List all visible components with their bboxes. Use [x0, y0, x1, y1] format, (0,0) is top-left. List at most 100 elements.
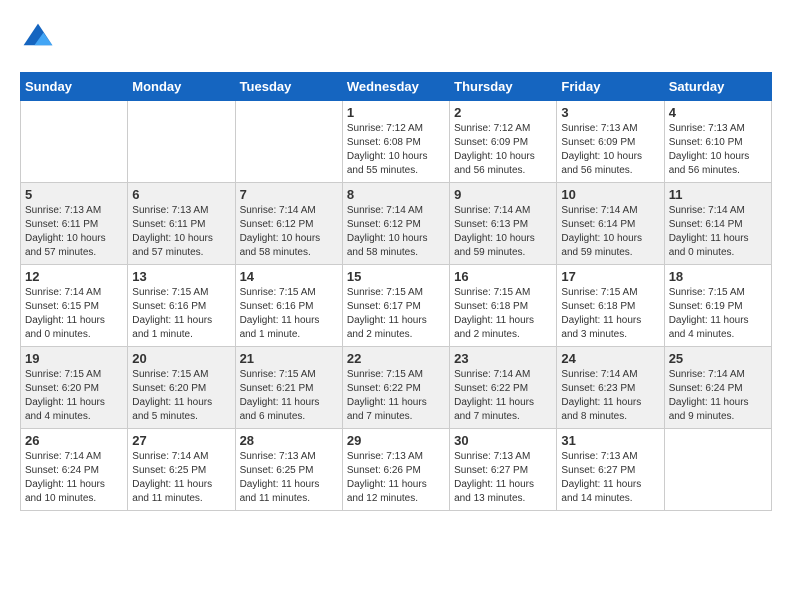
calendar-header-tuesday: Tuesday	[235, 73, 342, 101]
day-number: 2	[454, 105, 552, 120]
day-number: 27	[132, 433, 230, 448]
calendar-week-row: 12 Sunrise: 7:14 AM Sunset: 6:15 PM Dayli…	[21, 265, 772, 347]
day-number: 5	[25, 187, 123, 202]
day-info: Sunrise: 7:15 AM Sunset: 6:18 PM Dayligh…	[561, 286, 659, 342]
calendar-header-friday: Friday	[557, 73, 664, 101]
calendar-cell: 2 Sunrise: 7:12 AM Sunset: 6:09 PM Daylig…	[450, 101, 557, 183]
day-number: 22	[347, 351, 445, 366]
day-info: Sunrise: 7:13 AM Sunset: 6:09 PM Dayligh…	[561, 122, 659, 178]
day-info: Sunrise: 7:13 AM Sunset: 6:26 PM Dayligh…	[347, 450, 445, 506]
day-info: Sunrise: 7:12 AM Sunset: 6:09 PM Dayligh…	[454, 122, 552, 178]
day-info: Sunrise: 7:13 AM Sunset: 6:25 PM Dayligh…	[240, 450, 338, 506]
day-number: 6	[132, 187, 230, 202]
calendar-cell: 11 Sunrise: 7:14 AM Sunset: 6:14 PM Dayli…	[664, 183, 771, 265]
day-info: Sunrise: 7:15 AM Sunset: 6:21 PM Dayligh…	[240, 368, 338, 424]
calendar-header-wednesday: Wednesday	[342, 73, 449, 101]
calendar-cell: 12 Sunrise: 7:14 AM Sunset: 6:15 PM Dayli…	[21, 265, 128, 347]
calendar-cell: 1 Sunrise: 7:12 AM Sunset: 6:08 PM Daylig…	[342, 101, 449, 183]
calendar-cell: 17 Sunrise: 7:15 AM Sunset: 6:18 PM Dayli…	[557, 265, 664, 347]
calendar-cell: 4 Sunrise: 7:13 AM Sunset: 6:10 PM Daylig…	[664, 101, 771, 183]
calendar-cell: 13Sunrise: 7:15 AM Sunset: 6:16 PM Dayli…	[128, 265, 235, 347]
calendar-cell: 31Sunrise: 7:13 AM Sunset: 6:27 PM Dayli…	[557, 429, 664, 511]
calendar-week-row: 26Sunrise: 7:14 AM Sunset: 6:24 PM Dayli…	[21, 429, 772, 511]
day-number: 16	[454, 269, 552, 284]
day-number: 9	[454, 187, 552, 202]
day-number: 21	[240, 351, 338, 366]
calendar-cell: 22 Sunrise: 7:15 AM Sunset: 6:22 PM Dayli…	[342, 347, 449, 429]
day-info: Sunrise: 7:14 AM Sunset: 6:22 PM Dayligh…	[454, 368, 552, 424]
calendar-cell: 21 Sunrise: 7:15 AM Sunset: 6:21 PM Dayli…	[235, 347, 342, 429]
calendar-header-thursday: Thursday	[450, 73, 557, 101]
day-number: 3	[561, 105, 659, 120]
day-info: Sunrise: 7:14 AM Sunset: 6:15 PM Dayligh…	[25, 286, 123, 342]
day-number: 18	[669, 269, 767, 284]
day-number: 30	[454, 433, 552, 448]
calendar-header-row: SundayMondayTuesdayWednesdayThursdayFrid…	[21, 73, 772, 101]
calendar-cell	[21, 101, 128, 183]
calendar-cell: 14 Sunrise: 7:15 AM Sunset: 6:16 PM Dayli…	[235, 265, 342, 347]
calendar-cell: 28 Sunrise: 7:13 AM Sunset: 6:25 PM Dayli…	[235, 429, 342, 511]
calendar-cell: 26Sunrise: 7:14 AM Sunset: 6:24 PM Dayli…	[21, 429, 128, 511]
calendar-week-row: 19 Sunrise: 7:15 AM Sunset: 6:20 PM Dayli…	[21, 347, 772, 429]
logo-icon	[20, 20, 56, 56]
calendar-cell	[664, 429, 771, 511]
calendar-header-saturday: Saturday	[664, 73, 771, 101]
calendar-week-row: 1 Sunrise: 7:12 AM Sunset: 6:08 PM Daylig…	[21, 101, 772, 183]
day-number: 24	[561, 351, 659, 366]
day-number: 31	[561, 433, 659, 448]
day-info: Sunrise: 7:14 AM Sunset: 6:24 PM Dayligh…	[669, 368, 767, 424]
calendar-cell: 18 Sunrise: 7:15 AM Sunset: 6:19 PM Dayli…	[664, 265, 771, 347]
day-number: 11	[669, 187, 767, 202]
day-info: Sunrise: 7:15 AM Sunset: 6:19 PM Dayligh…	[669, 286, 767, 342]
calendar-week-row: 5 Sunrise: 7:13 AM Sunset: 6:11 PM Daylig…	[21, 183, 772, 265]
day-number: 12	[25, 269, 123, 284]
day-info: Sunrise: 7:14 AM Sunset: 6:14 PM Dayligh…	[669, 204, 767, 260]
day-number: 25	[669, 351, 767, 366]
day-number: 28	[240, 433, 338, 448]
day-info: Sunrise: 7:15 AM Sunset: 6:22 PM Dayligh…	[347, 368, 445, 424]
day-info: Sunrise: 7:14 AM Sunset: 6:25 PM Dayligh…	[132, 450, 230, 506]
calendar-header-sunday: Sunday	[21, 73, 128, 101]
day-number: 4	[669, 105, 767, 120]
day-info: Sunrise: 7:13 AM Sunset: 6:11 PM Dayligh…	[25, 204, 123, 260]
calendar-cell: 20 Sunrise: 7:15 AM Sunset: 6:20 PM Dayli…	[128, 347, 235, 429]
calendar-cell	[128, 101, 235, 183]
calendar-cell: 6 Sunrise: 7:13 AM Sunset: 6:11 PM Daylig…	[128, 183, 235, 265]
day-number: 20	[132, 351, 230, 366]
calendar-cell: 29 Sunrise: 7:13 AM Sunset: 6:26 PM Dayli…	[342, 429, 449, 511]
day-number: 29	[347, 433, 445, 448]
day-info: Sunrise: 7:14 AM Sunset: 6:14 PM Dayligh…	[561, 204, 659, 260]
calendar-cell: 16 Sunrise: 7:15 AM Sunset: 6:18 PM Dayli…	[450, 265, 557, 347]
calendar-cell	[235, 101, 342, 183]
calendar-cell: 10Sunrise: 7:14 AM Sunset: 6:14 PM Dayli…	[557, 183, 664, 265]
calendar-cell: 19Sunrise: 7:15 AM Sunset: 6:20 PM Dayli…	[21, 347, 128, 429]
day-info: Sunrise: 7:13 AM Sunset: 6:11 PM Dayligh…	[132, 204, 230, 260]
day-number: 19	[25, 351, 123, 366]
day-info: Sunrise: 7:15 AM Sunset: 6:18 PM Dayligh…	[454, 286, 552, 342]
calendar-cell: 23Sunrise: 7:14 AM Sunset: 6:22 PM Dayli…	[450, 347, 557, 429]
day-info: Sunrise: 7:15 AM Sunset: 6:16 PM Dayligh…	[240, 286, 338, 342]
page-header	[20, 20, 772, 56]
day-number: 17	[561, 269, 659, 284]
day-number: 13	[132, 269, 230, 284]
day-info: Sunrise: 7:14 AM Sunset: 6:23 PM Dayligh…	[561, 368, 659, 424]
calendar-cell: 27 Sunrise: 7:14 AM Sunset: 6:25 PM Dayli…	[128, 429, 235, 511]
day-info: Sunrise: 7:14 AM Sunset: 6:12 PM Dayligh…	[240, 204, 338, 260]
day-number: 1	[347, 105, 445, 120]
calendar-cell: 8Sunrise: 7:14 AM Sunset: 6:12 PM Daylig…	[342, 183, 449, 265]
day-number: 7	[240, 187, 338, 202]
day-number: 15	[347, 269, 445, 284]
calendar-cell: 7 Sunrise: 7:14 AM Sunset: 6:12 PM Daylig…	[235, 183, 342, 265]
day-info: Sunrise: 7:15 AM Sunset: 6:20 PM Dayligh…	[132, 368, 230, 424]
day-info: Sunrise: 7:12 AM Sunset: 6:08 PM Dayligh…	[347, 122, 445, 178]
logo	[20, 20, 60, 56]
day-info: Sunrise: 7:13 AM Sunset: 6:27 PM Dayligh…	[454, 450, 552, 506]
calendar-cell: 24 Sunrise: 7:14 AM Sunset: 6:23 PM Dayli…	[557, 347, 664, 429]
day-number: 14	[240, 269, 338, 284]
day-number: 8	[347, 187, 445, 202]
day-info: Sunrise: 7:13 AM Sunset: 6:10 PM Dayligh…	[669, 122, 767, 178]
day-info: Sunrise: 7:14 AM Sunset: 6:24 PM Dayligh…	[25, 450, 123, 506]
calendar-cell: 9Sunrise: 7:14 AM Sunset: 6:13 PM Daylig…	[450, 183, 557, 265]
calendar-cell: 25 Sunrise: 7:14 AM Sunset: 6:24 PM Dayli…	[664, 347, 771, 429]
calendar-cell: 3 Sunrise: 7:13 AM Sunset: 6:09 PM Daylig…	[557, 101, 664, 183]
